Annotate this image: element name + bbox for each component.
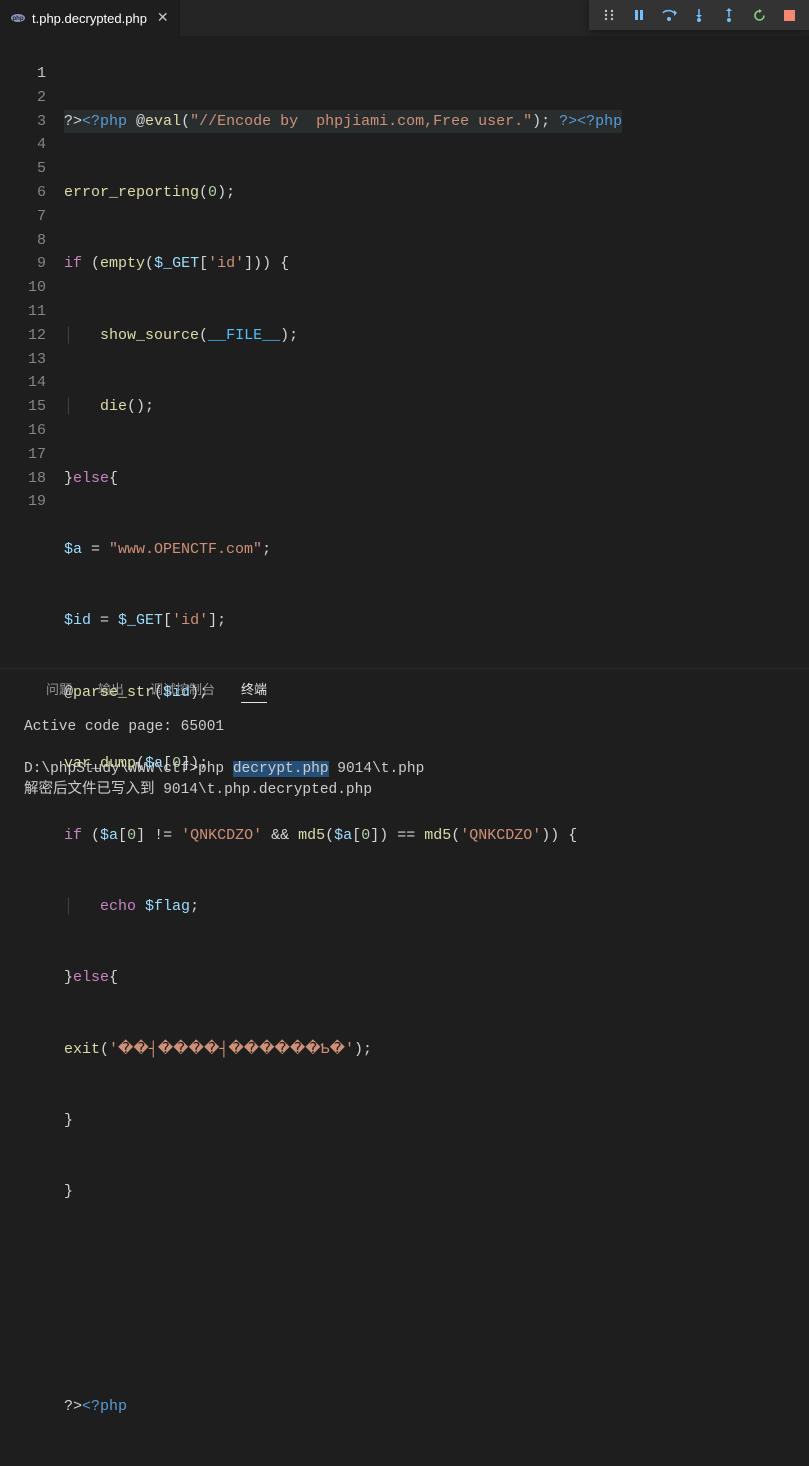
code-line bbox=[64, 1252, 622, 1276]
pause-icon[interactable] bbox=[625, 1, 653, 29]
code-line: } bbox=[64, 1180, 622, 1204]
code-editor[interactable]: 1 234 567 8910 111213 141516 171819 ?><?… bbox=[0, 58, 809, 668]
code-line: var_dump($a[0]); bbox=[64, 752, 622, 776]
tab-filename: t.php.decrypted.php bbox=[32, 11, 147, 26]
code-line: }else{ bbox=[64, 467, 622, 491]
code-line: }else{ bbox=[64, 966, 622, 990]
step-out-icon[interactable] bbox=[715, 1, 743, 29]
step-over-icon[interactable] bbox=[655, 1, 683, 29]
code-line: if (empty($_GET['id'])) { bbox=[64, 252, 622, 276]
php-file-icon: php bbox=[10, 10, 26, 26]
code-area[interactable]: ?><?php @eval("//Encode by phpjiami.com,… bbox=[64, 58, 622, 668]
code-line: │ die(); bbox=[64, 395, 622, 419]
svg-text:php: php bbox=[13, 16, 24, 22]
drag-grip-icon[interactable] bbox=[595, 1, 623, 29]
code-line: │ echo $flag; bbox=[64, 895, 622, 919]
code-line: ?><?php bbox=[64, 1395, 622, 1419]
code-line: ?><?php @eval("//Encode by phpjiami.com,… bbox=[64, 110, 622, 134]
step-into-icon[interactable] bbox=[685, 1, 713, 29]
breadcrumb-bar bbox=[0, 36, 809, 58]
debug-toolbar bbox=[589, 0, 809, 30]
code-line: if ($a[0] != 'QNKCDZO' && md5($a[0]) == … bbox=[64, 824, 622, 848]
code-line: │ show_source(__FILE__); bbox=[64, 324, 622, 348]
code-line: $id = $_GET['id']; bbox=[64, 609, 622, 633]
editor-tab[interactable]: php t.php.decrypted.php ✕ bbox=[0, 0, 180, 36]
code-line: @parse_str($id); bbox=[64, 681, 622, 705]
code-line: exit('��┤����┤������Ƅ�'); bbox=[64, 1038, 622, 1062]
restart-icon[interactable] bbox=[745, 1, 773, 29]
tab-close-icon[interactable]: ✕ bbox=[157, 10, 169, 27]
code-line bbox=[64, 1323, 622, 1347]
stop-icon[interactable] bbox=[775, 1, 803, 29]
line-number-gutter: 1 234 567 8910 111213 141516 171819 bbox=[0, 58, 64, 668]
code-line: $a = "www.OPENCTF.com"; bbox=[64, 538, 622, 562]
code-line: error_reporting(0); bbox=[64, 181, 622, 205]
code-line: } bbox=[64, 1109, 622, 1133]
